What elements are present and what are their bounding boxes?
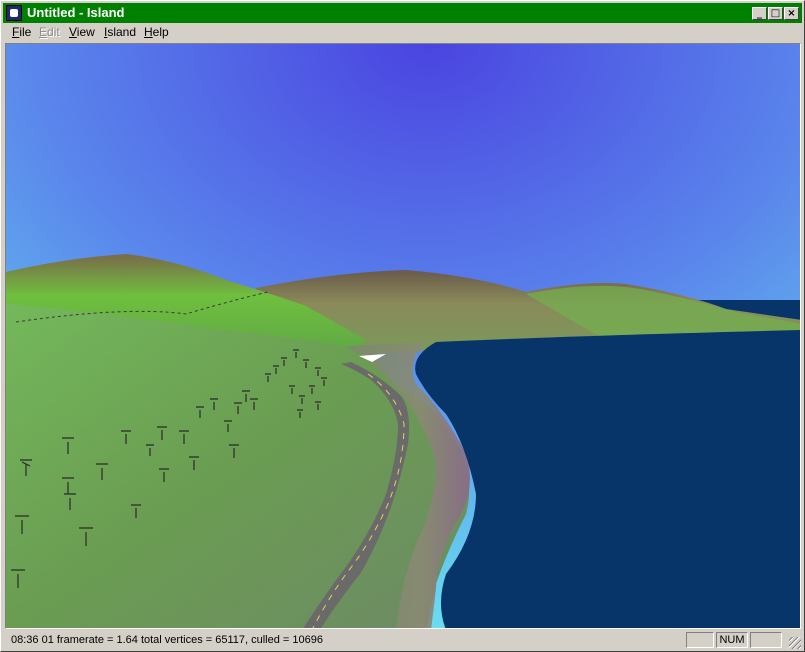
status-num-indicator: NUM: [716, 632, 748, 648]
menu-edit-mnemonic: E: [39, 25, 48, 39]
status-scroll-indicator: [750, 632, 782, 648]
sea: [415, 330, 800, 628]
menu-file-label: ile: [19, 25, 32, 39]
island-terrain-render: [6, 44, 800, 628]
status-message: 08:36 01 framerate = 1.64 total vertices…: [11, 634, 323, 646]
menu-file[interactable]: File: [12, 26, 31, 39]
3d-viewport[interactable]: [5, 43, 801, 629]
maximize-button[interactable]: □: [768, 7, 783, 20]
menu-view[interactable]: View: [69, 26, 95, 39]
menu-view-label: iew: [76, 25, 95, 39]
window-title: Untitled - Island: [27, 5, 125, 20]
menu-help-mnemonic: H: [144, 25, 153, 39]
menu-edit[interactable]: Edit: [39, 26, 60, 39]
menu-help[interactable]: Help: [144, 26, 169, 39]
menu-island[interactable]: Island: [104, 26, 136, 39]
menu-edit-label: dit: [47, 25, 60, 39]
menu-bar: File Edit View Island Help: [3, 23, 802, 42]
app-window: Untitled - Island _ □ × File Edit View I…: [0, 0, 805, 652]
close-button[interactable]: ×: [784, 7, 799, 20]
title-bar[interactable]: Untitled - Island _ □ ×: [3, 3, 802, 23]
menu-help-label: elp: [152, 25, 169, 39]
minimize-button[interactable]: _: [752, 7, 767, 20]
menu-view-mnemonic: V: [69, 25, 77, 39]
status-bar: 08:36 01 framerate = 1.64 total vertices…: [3, 630, 802, 650]
island-app-icon[interactable]: [6, 5, 22, 21]
status-caps-indicator: [686, 632, 714, 648]
menu-island-label: sland: [107, 25, 137, 39]
size-grip-icon[interactable]: [789, 637, 801, 649]
